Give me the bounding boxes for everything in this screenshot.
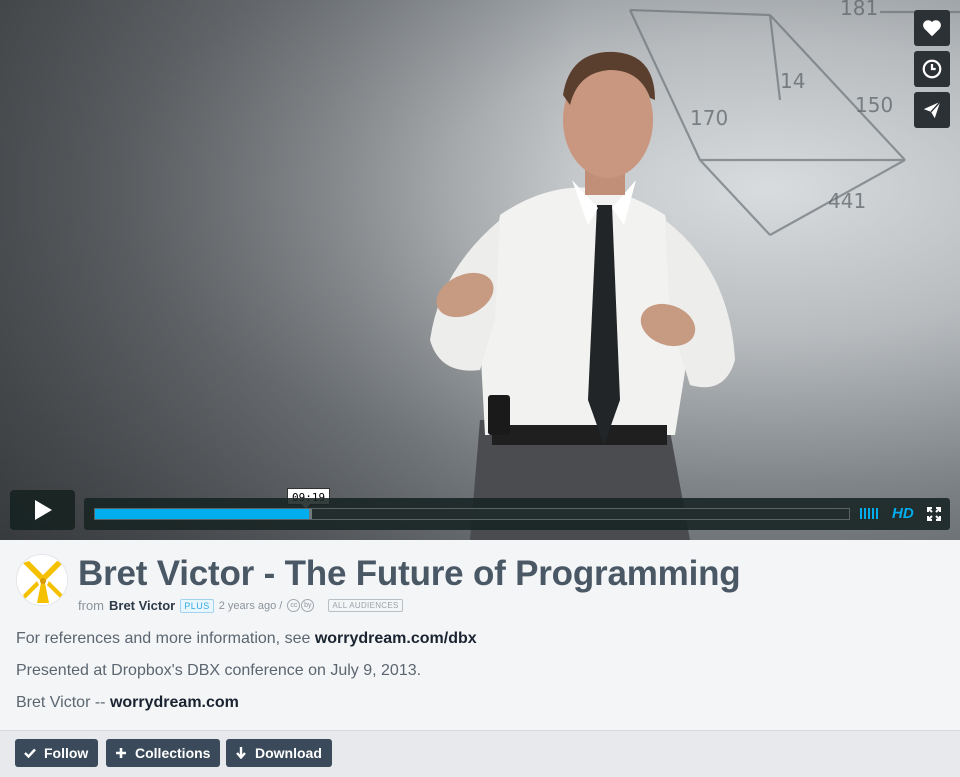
license-icons[interactable]: cc by bbox=[287, 599, 315, 612]
volume-bar bbox=[868, 508, 870, 519]
paper-plane-icon bbox=[923, 101, 941, 119]
volume-bar bbox=[872, 508, 874, 519]
description-link[interactable]: worrydream.com/dbx bbox=[315, 630, 477, 647]
audience-badge: ALL AUDIENCES bbox=[328, 599, 403, 612]
collections-button[interactable]: Collections bbox=[106, 739, 221, 767]
from-label: from bbox=[78, 598, 104, 613]
cc-icon: cc bbox=[287, 599, 301, 612]
play-button[interactable] bbox=[10, 490, 75, 530]
attribution-icon: by bbox=[301, 599, 315, 612]
hd-toggle[interactable]: HD bbox=[892, 505, 914, 522]
windmill-logo-icon bbox=[17, 555, 67, 605]
description-text: Bret Victor -- bbox=[16, 694, 110, 711]
download-button[interactable]: Download bbox=[226, 739, 332, 767]
progress-played bbox=[95, 509, 309, 519]
description-text: Presented at Dropbox's DBX conference on… bbox=[16, 662, 422, 679]
share-button[interactable] bbox=[914, 92, 950, 128]
action-bar: Follow Collections Download bbox=[0, 730, 960, 777]
fullscreen-icon[interactable] bbox=[927, 507, 941, 521]
description-link[interactable]: worrydream.com bbox=[110, 694, 239, 711]
heart-icon bbox=[923, 20, 941, 37]
like-button[interactable] bbox=[914, 10, 950, 46]
description-text: For references and more information, see bbox=[16, 630, 315, 647]
download-label: Download bbox=[255, 745, 322, 761]
watch-later-button[interactable] bbox=[914, 51, 950, 87]
volume-bar bbox=[876, 508, 878, 519]
play-icon bbox=[34, 500, 52, 520]
follow-label: Follow bbox=[44, 745, 89, 761]
progress-bar[interactable] bbox=[94, 508, 850, 520]
description-line: Bret Victor -- worrydream.com bbox=[16, 694, 239, 712]
author-link[interactable]: Bret Victor bbox=[109, 598, 175, 613]
volume-control[interactable] bbox=[860, 508, 878, 519]
video-info-panel: Bret Victor - The Future of Programming … bbox=[0, 540, 960, 730]
collections-label: Collections bbox=[135, 745, 211, 761]
plus-icon bbox=[116, 748, 126, 758]
avatar[interactable] bbox=[16, 554, 68, 606]
description-line: For references and more information, see… bbox=[16, 630, 477, 648]
clock-icon bbox=[922, 59, 942, 79]
video-player[interactable]: 181 14 150 170 441 bbox=[0, 0, 960, 540]
follow-button[interactable]: Follow bbox=[15, 739, 99, 767]
speaker-figure bbox=[430, 51, 735, 540]
volume-bar bbox=[860, 508, 862, 519]
checkmark-icon bbox=[24, 748, 36, 759]
video-title: Bret Victor - The Future of Programming bbox=[78, 554, 741, 593]
volume-bar bbox=[864, 508, 866, 519]
plus-badge: PLUS bbox=[180, 598, 214, 613]
byline: from Bret Victor PLUS 2 years ago / cc b… bbox=[78, 598, 403, 613]
description-line: Presented at Dropbox's DBX conference on… bbox=[16, 662, 421, 680]
control-bar: HD bbox=[84, 498, 950, 530]
download-arrow-icon bbox=[236, 747, 246, 759]
upload-age: 2 years ago / bbox=[218, 599, 283, 612]
